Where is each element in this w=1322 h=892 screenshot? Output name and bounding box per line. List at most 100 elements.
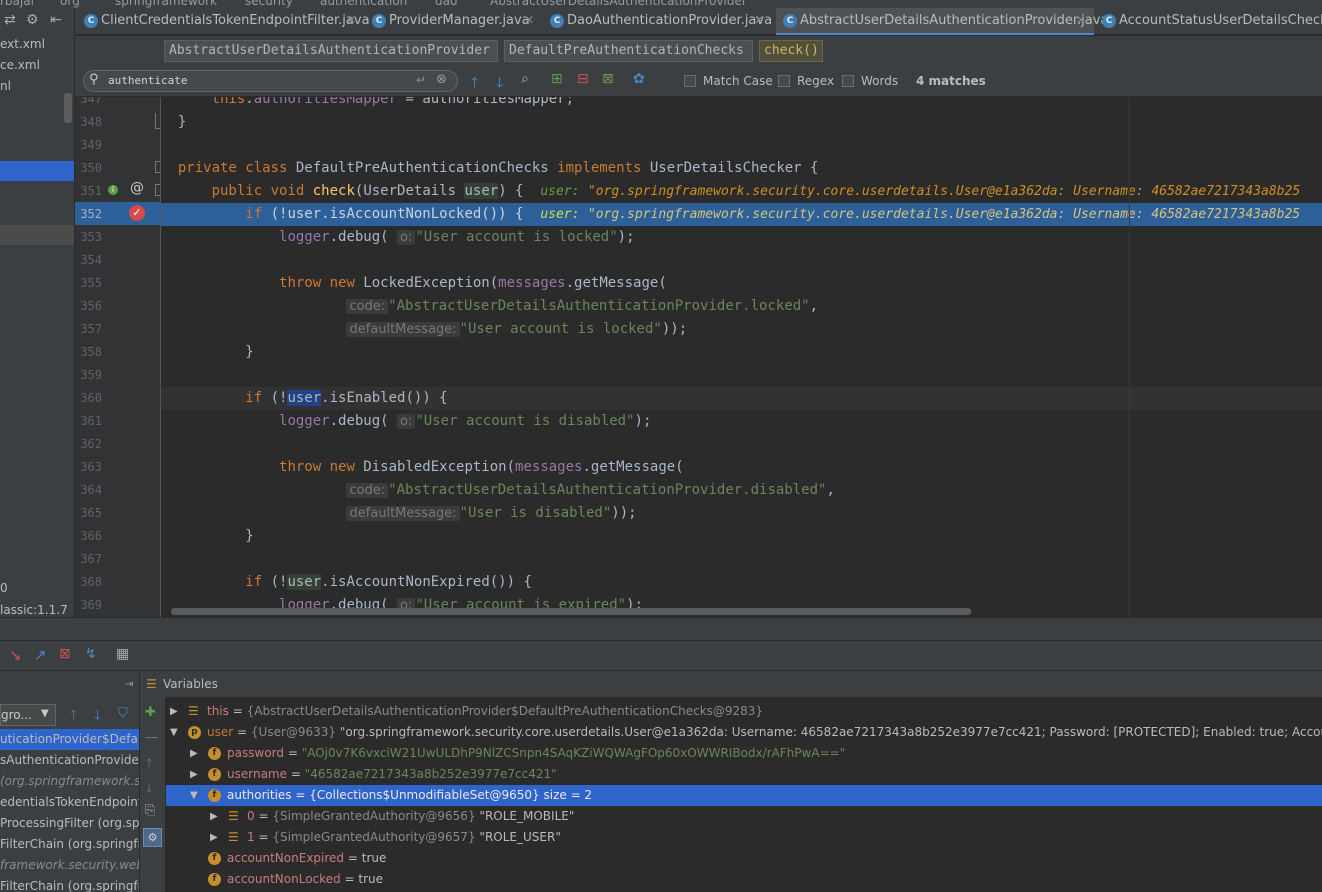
- frame-item[interactable]: edentialsTokenEndpointF: [0, 792, 139, 813]
- frame-item[interactable]: FilterChain (org.springfr: [0, 876, 139, 892]
- code-editor[interactable]: this.authoritiesMapper = authoritiesMapp…: [161, 97, 1322, 617]
- arrow-up-icon[interactable]: 🡑: [70, 706, 77, 728]
- frame-item[interactable]: uticationProvider$Defau: [0, 729, 139, 750]
- crumb-org[interactable]: org: [60, 0, 80, 8]
- project-item[interactable]: lassic:1.1.7: [0, 603, 68, 617]
- remove-selection-icon[interactable]: ⊟: [577, 71, 589, 87]
- select-all-icon[interactable]: ⊠: [602, 71, 614, 87]
- close-icon[interactable]: ✕: [754, 13, 764, 27]
- tab-abstract-user-details[interactable]: C AbstractUserDetailsAuthenticationProvi…: [776, 8, 1108, 35]
- search-input[interactable]: ⚲ authenticate ↵ ⊗: [83, 70, 458, 92]
- frame-item[interactable]: sAuthenticationProvider: [0, 750, 139, 771]
- line-number: 364: [80, 483, 102, 497]
- crumb-inner-class-button[interactable]: DefaultPreAuthenticationChecks: [504, 40, 753, 62]
- clear-icon[interactable]: ⊗: [436, 72, 447, 87]
- crumb-root[interactable]: rbajai: [0, 0, 34, 8]
- pin-icon[interactable]: ⇥: [125, 679, 133, 690]
- crumb-security[interactable]: security: [245, 0, 293, 8]
- right-margin-guide: [1129, 97, 1130, 617]
- project-item[interactable]: ce.xml: [0, 58, 40, 72]
- variable-row[interactable]: ▶ ☰ 1 = {SimpleGrantedAuthority@9657} "R…: [166, 827, 1322, 848]
- expand-icon[interactable]: ▶: [190, 764, 198, 785]
- remove-watch-icon[interactable]: —: [145, 730, 158, 745]
- collapse-icon[interactable]: ▼: [170, 722, 178, 743]
- close-icon[interactable]: ✕: [346, 13, 356, 27]
- tab-account-status[interactable]: C AccountStatusUserDetailsChecker.j: [1102, 8, 1322, 35]
- crumb-authentication[interactable]: authentication: [320, 0, 407, 8]
- override-icon[interactable]: @: [130, 180, 144, 196]
- project-item[interactable]: ext.xml: [0, 37, 45, 51]
- project-row[interactable]: [0, 225, 74, 245]
- frame-item[interactable]: FilterChain (org.springfr: [0, 834, 139, 855]
- gear-icon[interactable]: ⚙: [26, 12, 39, 28]
- frame-item[interactable]: framework.security.web: [0, 855, 139, 876]
- param-hint: code:: [346, 299, 389, 314]
- settings-icon[interactable]: ✿: [633, 71, 645, 87]
- variable-row-selected[interactable]: ▼ f authorities = {Collections$Unmodifia…: [166, 785, 1322, 806]
- selected-project-row[interactable]: [0, 161, 74, 181]
- add-watch-icon[interactable]: ✚: [145, 705, 156, 720]
- variables-tree[interactable]: ▶ ☰ this = {AbstractUserDetailsAuthentic…: [166, 698, 1322, 892]
- tab-client-credentials[interactable]: C ClientCredentialsTokenEndpointFilter.j…: [84, 8, 370, 35]
- close-icon[interactable]: ✕: [1076, 13, 1086, 27]
- variable-row[interactable]: f accountNonExpired = true: [166, 848, 1322, 869]
- implements-icon[interactable]: i: [108, 185, 118, 195]
- scrollbar[interactable]: [64, 93, 72, 123]
- frame-item[interactable]: (org.springframework.se: [0, 771, 139, 792]
- variable-row[interactable]: ▶ f password = "AOj0v7K6vxciW21UwULDhP9N…: [166, 743, 1322, 764]
- words-checkbox[interactable]: [842, 75, 854, 87]
- line-number: 349: [80, 138, 102, 152]
- line-number: 348: [80, 115, 102, 129]
- project-item[interactable]: nl: [0, 79, 11, 93]
- drop-frame-icon[interactable]: ⊠: [59, 646, 71, 662]
- find-all-icon[interactable]: ⌕: [521, 71, 529, 87]
- match-case-checkbox[interactable]: [684, 75, 696, 87]
- field-icon: f: [208, 768, 221, 781]
- variable-row[interactable]: ▼ p user = {User@9633} "org.springframew…: [166, 722, 1322, 743]
- expand-icon[interactable]: ▶: [210, 806, 218, 827]
- run-to-cursor-icon[interactable]: ↯: [85, 646, 97, 662]
- close-icon[interactable]: ✕: [524, 13, 534, 27]
- arrow-up-icon[interactable]: 🡑: [471, 72, 478, 96]
- variable-row[interactable]: ▶ ☰ this = {AbstractUserDetailsAuthentic…: [166, 701, 1322, 722]
- collapse-icon[interactable]: ⇄: [4, 12, 16, 28]
- crumb-dao[interactable]: dao: [435, 0, 457, 8]
- hide-icon[interactable]: ⇤: [50, 12, 62, 28]
- line-number: 347: [80, 97, 102, 106]
- expand-icon[interactable]: ▶: [170, 701, 178, 722]
- arrow-down-icon[interactable]: 🡓: [94, 706, 101, 728]
- expand-icon[interactable]: ▶: [210, 827, 218, 848]
- crumb-springframework[interactable]: springframework: [115, 0, 217, 8]
- filter-icon[interactable]: ⛉: [118, 706, 128, 721]
- variable-row[interactable]: f accountNonLocked = true: [166, 869, 1322, 890]
- search-icon[interactable]: ⚲: [89, 72, 99, 87]
- editor-gutter[interactable]: 347 348 349 350 351 352 353 354 355 356 …: [75, 97, 161, 617]
- variable-row[interactable]: ▶ ☰ 0 = {SimpleGrantedAuthority@9656} "R…: [166, 806, 1322, 827]
- settings-icon[interactable]: ⚙: [143, 828, 162, 847]
- move-up-icon[interactable]: 🡑: [146, 754, 152, 775]
- evaluate-icon[interactable]: ▦: [116, 646, 129, 662]
- tab-dao-provider[interactable]: C DaoAuthenticationProvider.java ✕: [550, 8, 772, 35]
- horizontal-scrollbar[interactable]: [171, 608, 971, 615]
- copy-icon[interactable]: ⎘: [145, 803, 155, 818]
- breakpoint-icon[interactable]: ✓: [129, 205, 145, 221]
- expand-icon[interactable]: ▶: [190, 743, 198, 764]
- string-literal: "User account is disabled": [415, 413, 635, 429]
- crumb-class[interactable]: AbstractUserDetailsAuthenticationProvide…: [490, 0, 747, 8]
- move-down-icon[interactable]: 🡓: [146, 779, 152, 800]
- crumb-class-button[interactable]: AbstractUserDetailsAuthenticationProvide…: [164, 40, 498, 62]
- crumb-method-button[interactable]: check(): [759, 40, 823, 62]
- editor-tab-bar: ⇄ ⚙ ⇤ C ClientCredentialsTokenEndpointFi…: [0, 8, 1322, 35]
- regex-checkbox[interactable]: [778, 75, 790, 87]
- step-into-icon[interactable]: ↘: [9, 646, 22, 664]
- tab-provider-manager[interactable]: C ProviderManager.java ✕: [372, 8, 542, 35]
- project-item[interactable]: 0: [0, 581, 8, 595]
- step-out-icon[interactable]: ↗: [34, 646, 47, 664]
- add-selection-icon[interactable]: ⊞: [551, 71, 563, 87]
- variable-row[interactable]: ▶ f username = "46582ae7217343a8b252e397…: [166, 764, 1322, 785]
- thread-dropdown[interactable]: gro... ▼: [0, 704, 56, 726]
- variables-icon: ☰: [146, 677, 157, 691]
- frame-item[interactable]: ProcessingFilter (org.spr: [0, 813, 139, 834]
- arrow-down-icon[interactable]: 🡓: [496, 72, 503, 96]
- collapse-icon[interactable]: ▼: [190, 785, 198, 806]
